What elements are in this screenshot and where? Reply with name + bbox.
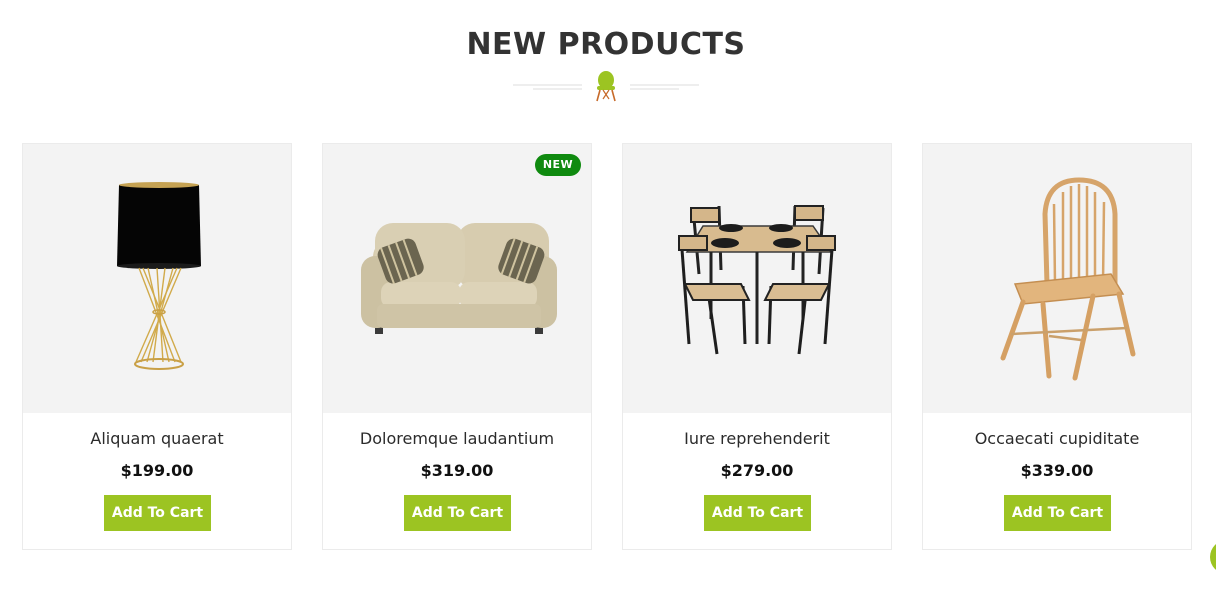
product-name[interactable]: Aliquam quaerat [23, 429, 291, 448]
chair-icon [596, 71, 616, 102]
product-name[interactable]: Iure reprehenderit [623, 429, 891, 448]
product-card-doloremque-laudantium[interactable]: NEW Doloremque laudantium $319.00 Add To… [322, 143, 592, 550]
new-badge: NEW [535, 154, 581, 176]
product-price: $339.00 [1020, 461, 1094, 480]
product-card-aliquam-quaerat[interactable]: Aliquam quaerat $199.00 Add To Cart [22, 143, 292, 550]
product-price: $279.00 [720, 461, 794, 480]
add-to-cart-button[interactable]: Add To Cart [104, 495, 211, 531]
product-name[interactable]: Occaecati cupiditate [923, 429, 1191, 448]
product-image[interactable] [23, 144, 291, 413]
windsor-chair-image [1000, 177, 1136, 381]
product-image[interactable] [623, 144, 891, 413]
product-price: $319.00 [420, 461, 494, 480]
table-lamp-image [117, 182, 201, 370]
title-divider [513, 71, 699, 102]
sofa-image [361, 223, 557, 334]
scroll-to-top-button[interactable] [1210, 540, 1216, 574]
add-to-cart-button[interactable]: Add To Cart [404, 495, 511, 531]
dining-set-image [678, 205, 836, 355]
product-card-iure-reprehenderit[interactable]: Iure reprehenderit $279.00 Add To Cart [622, 143, 892, 550]
product-image[interactable] [923, 144, 1191, 413]
product-name[interactable]: Doloremque laudantium [323, 429, 591, 448]
add-to-cart-button[interactable]: Add To Cart [1004, 495, 1111, 531]
product-card-occaecati-cupiditate[interactable]: Occaecati cupiditate $339.00 Add To Cart [922, 143, 1192, 550]
product-price: $199.00 [120, 461, 194, 480]
section-title: NEW PRODUCTS [466, 27, 746, 62]
product-image[interactable]: NEW [323, 144, 591, 413]
add-to-cart-button[interactable]: Add To Cart [704, 495, 811, 531]
